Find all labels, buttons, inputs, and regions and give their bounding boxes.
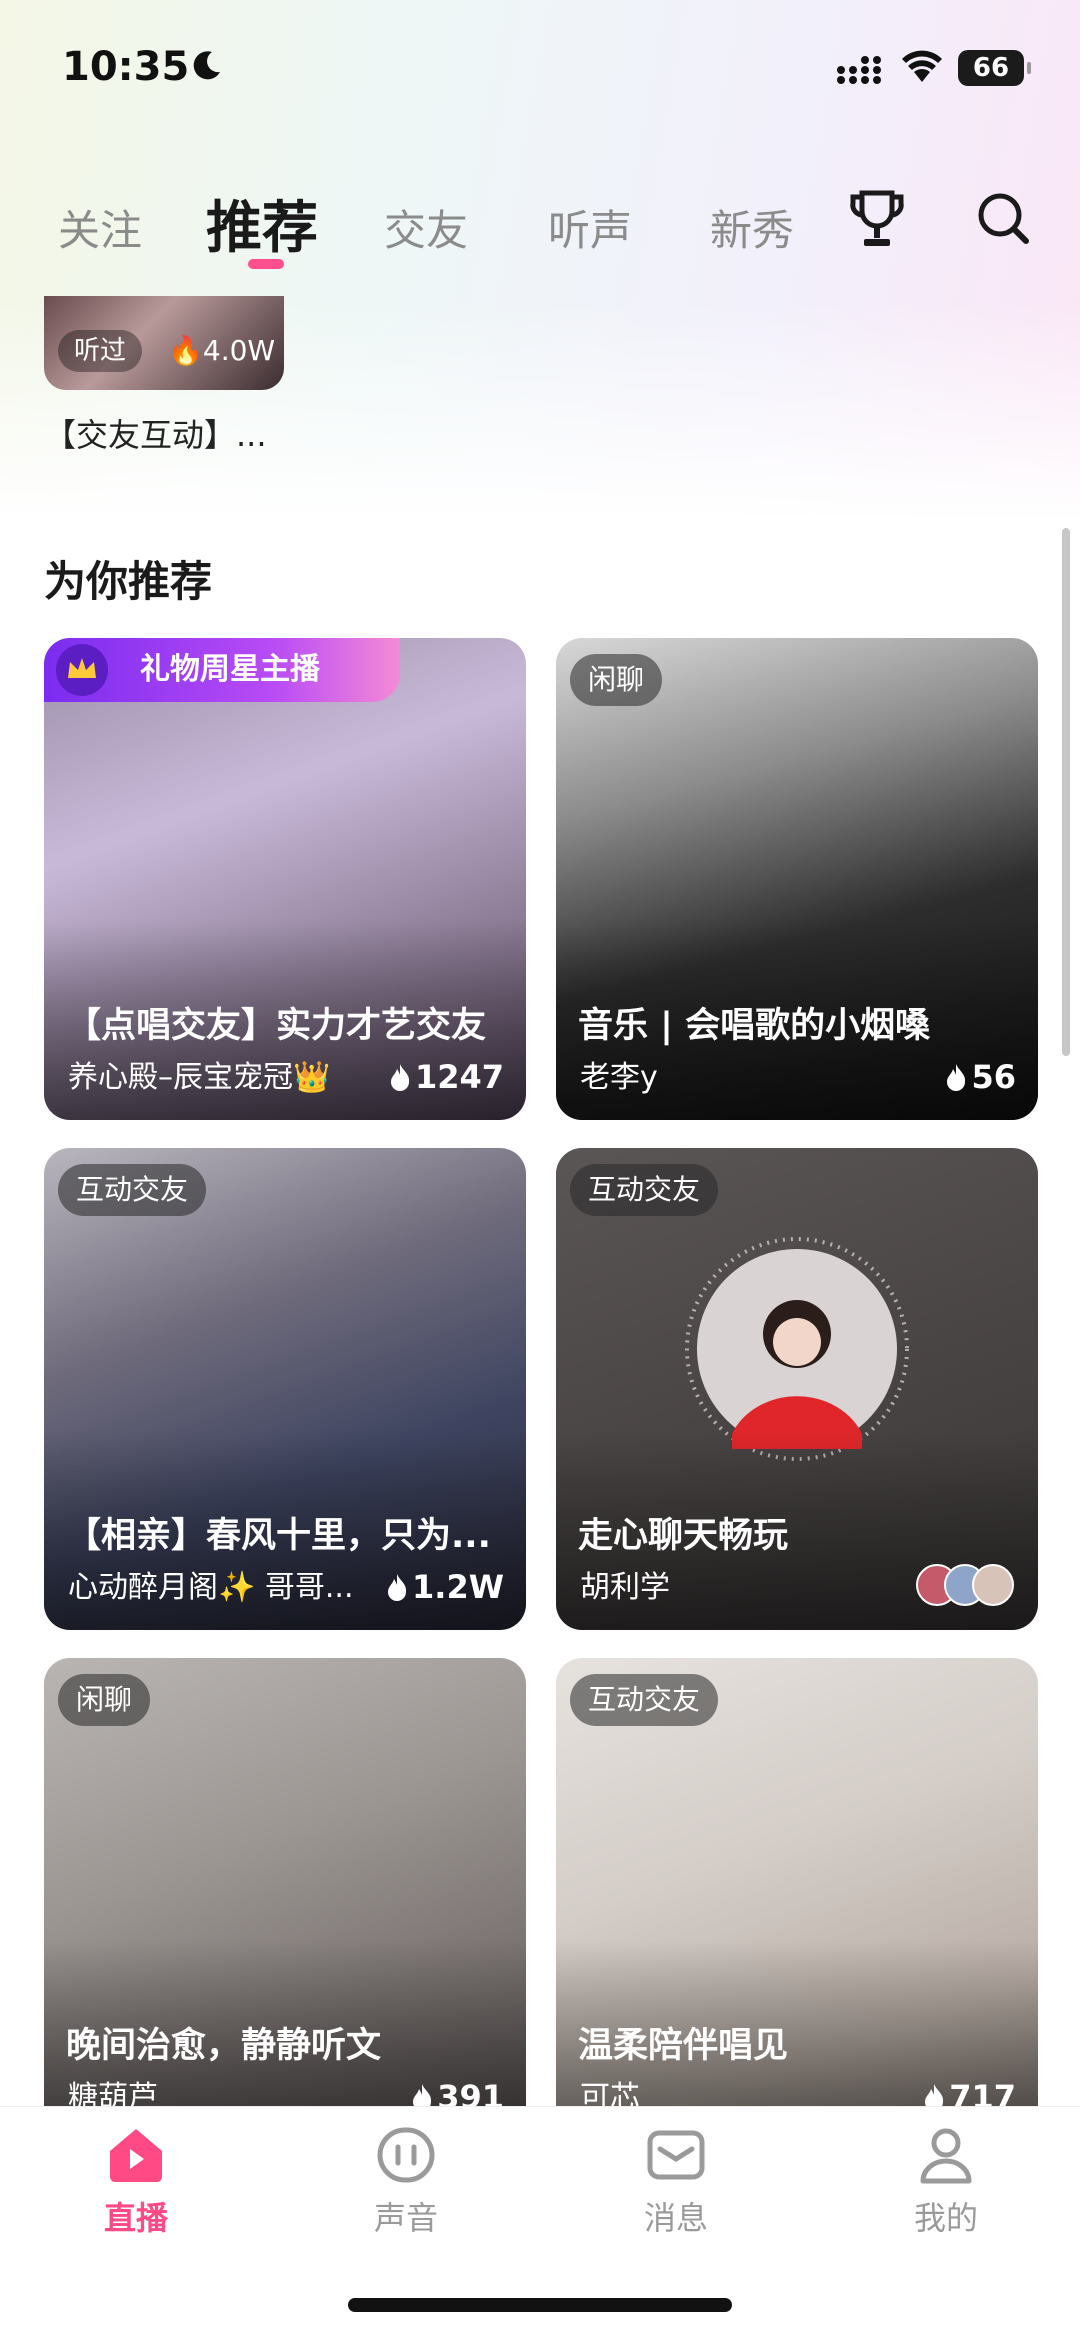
room-title: 【点唱交友】实力才艺交友 xyxy=(66,1006,487,1046)
heat-count: 1247 xyxy=(389,1058,504,1096)
nav-profile[interactable]: 我的 xyxy=(856,2125,1036,2239)
category-tag: 互动交友 xyxy=(570,1674,719,1726)
heat-count: 1.2W xyxy=(386,1568,504,1606)
category-tag: 互动交友 xyxy=(570,1164,719,1216)
room-card[interactable]: 闲聊 晚间治愈，静静听文 糖葫芦 391 xyxy=(44,1658,526,2140)
message-icon xyxy=(647,2130,705,2180)
trophy-icon[interactable] xyxy=(848,189,906,251)
partial-room-title: 【交友互动】... xyxy=(44,416,267,454)
heat-count: 56 xyxy=(945,1058,1016,1096)
tab-active-indicator xyxy=(248,259,284,269)
host-name: 老李y xyxy=(580,1060,658,1095)
battery-indicator: 66 xyxy=(958,50,1031,86)
category-tag: 闲聊 xyxy=(570,654,663,706)
avatar xyxy=(972,1564,1014,1606)
wifi-icon xyxy=(902,50,942,82)
room-title: 音乐 | 会唱歌的小烟嗓 xyxy=(578,1006,931,1046)
room-title: 【相亲】春风十里，只为... xyxy=(66,1516,491,1556)
tab-listen[interactable]: 听声 xyxy=(548,197,632,258)
nav-label: 我的 xyxy=(913,2199,978,2237)
profile-icon xyxy=(920,2128,972,2184)
tab-newcomer[interactable]: 新秀 xyxy=(710,197,794,258)
room-card[interactable]: 互动交友 温柔陪伴唱见 可芯 717 xyxy=(556,1658,1038,2140)
room-card[interactable]: 礼物周星主播 【点唱交友】实力才艺交友 养心殿–辰宝宠冠👑 1247 xyxy=(44,638,526,1120)
nav-live[interactable]: 直播 xyxy=(46,2125,226,2239)
host-name: 胡利学 xyxy=(580,1570,670,1605)
room-title: 走心聊天畅玩 xyxy=(578,1516,789,1556)
audience-avatars xyxy=(916,1564,1016,1606)
nav-label: 消息 xyxy=(643,2199,708,2237)
category-tag: 互动交友 xyxy=(58,1164,207,1216)
tab-recommend[interactable]: 推荐 xyxy=(206,183,318,264)
status-bar: 10:35 66 xyxy=(0,0,1080,130)
category-tag: 闲聊 xyxy=(58,1674,151,1726)
room-card[interactable]: 互动交友 走心聊天畅玩 胡利学 xyxy=(556,1148,1038,1630)
moon-icon xyxy=(193,51,220,80)
search-icon[interactable] xyxy=(976,191,1032,247)
tab-follow[interactable]: 关注 xyxy=(58,197,142,258)
cellular-signal-icon xyxy=(837,56,881,84)
nav-messages[interactable]: 消息 xyxy=(586,2125,766,2239)
room-card[interactable]: 互动交友 【相亲】春风十里，只为... 心动醉月阁✨ 哥哥... 1.2W xyxy=(44,1148,526,1630)
room-card[interactable]: 闲聊 音乐 | 会唱歌的小烟嗓 老李y 56 xyxy=(556,638,1038,1120)
host-name: 心动醉月阁✨ 哥哥... xyxy=(68,1570,354,1605)
room-title: 晚间治愈，静静听文 xyxy=(66,2026,382,2066)
home-indicator[interactable] xyxy=(348,2298,732,2312)
nav-label: 声音 xyxy=(373,2199,438,2237)
partial-room-card[interactable]: 听过 🔥4.0W xyxy=(44,296,284,390)
gift-weekly-star-badge: 礼物周星主播 xyxy=(44,638,400,702)
section-title: 为你推荐 xyxy=(44,557,213,606)
listened-badge: 听过 xyxy=(58,330,143,372)
host-name: 养心殿–辰宝宠冠👑 xyxy=(68,1060,331,1095)
heat-count: 🔥4.0W xyxy=(168,334,276,367)
top-tab-bar: 关注 推荐 交友 听声 新秀 xyxy=(0,175,1080,285)
scrollbar[interactable] xyxy=(1062,528,1070,1056)
nav-voice[interactable]: 声音 xyxy=(316,2125,496,2239)
crown-icon xyxy=(56,644,108,696)
nav-label: 直播 xyxy=(103,2199,168,2237)
flame-icon xyxy=(947,1064,966,1091)
flame-icon xyxy=(388,1574,407,1601)
flame-icon: 🔥 xyxy=(168,334,203,367)
flame-icon xyxy=(390,1064,410,1091)
live-home-icon xyxy=(110,2129,162,2182)
voice-icon xyxy=(377,2127,435,2183)
room-title: 温柔陪伴唱见 xyxy=(578,2026,789,2066)
tab-dating[interactable]: 交友 xyxy=(384,197,468,258)
status-time: 10:35 xyxy=(62,44,190,90)
